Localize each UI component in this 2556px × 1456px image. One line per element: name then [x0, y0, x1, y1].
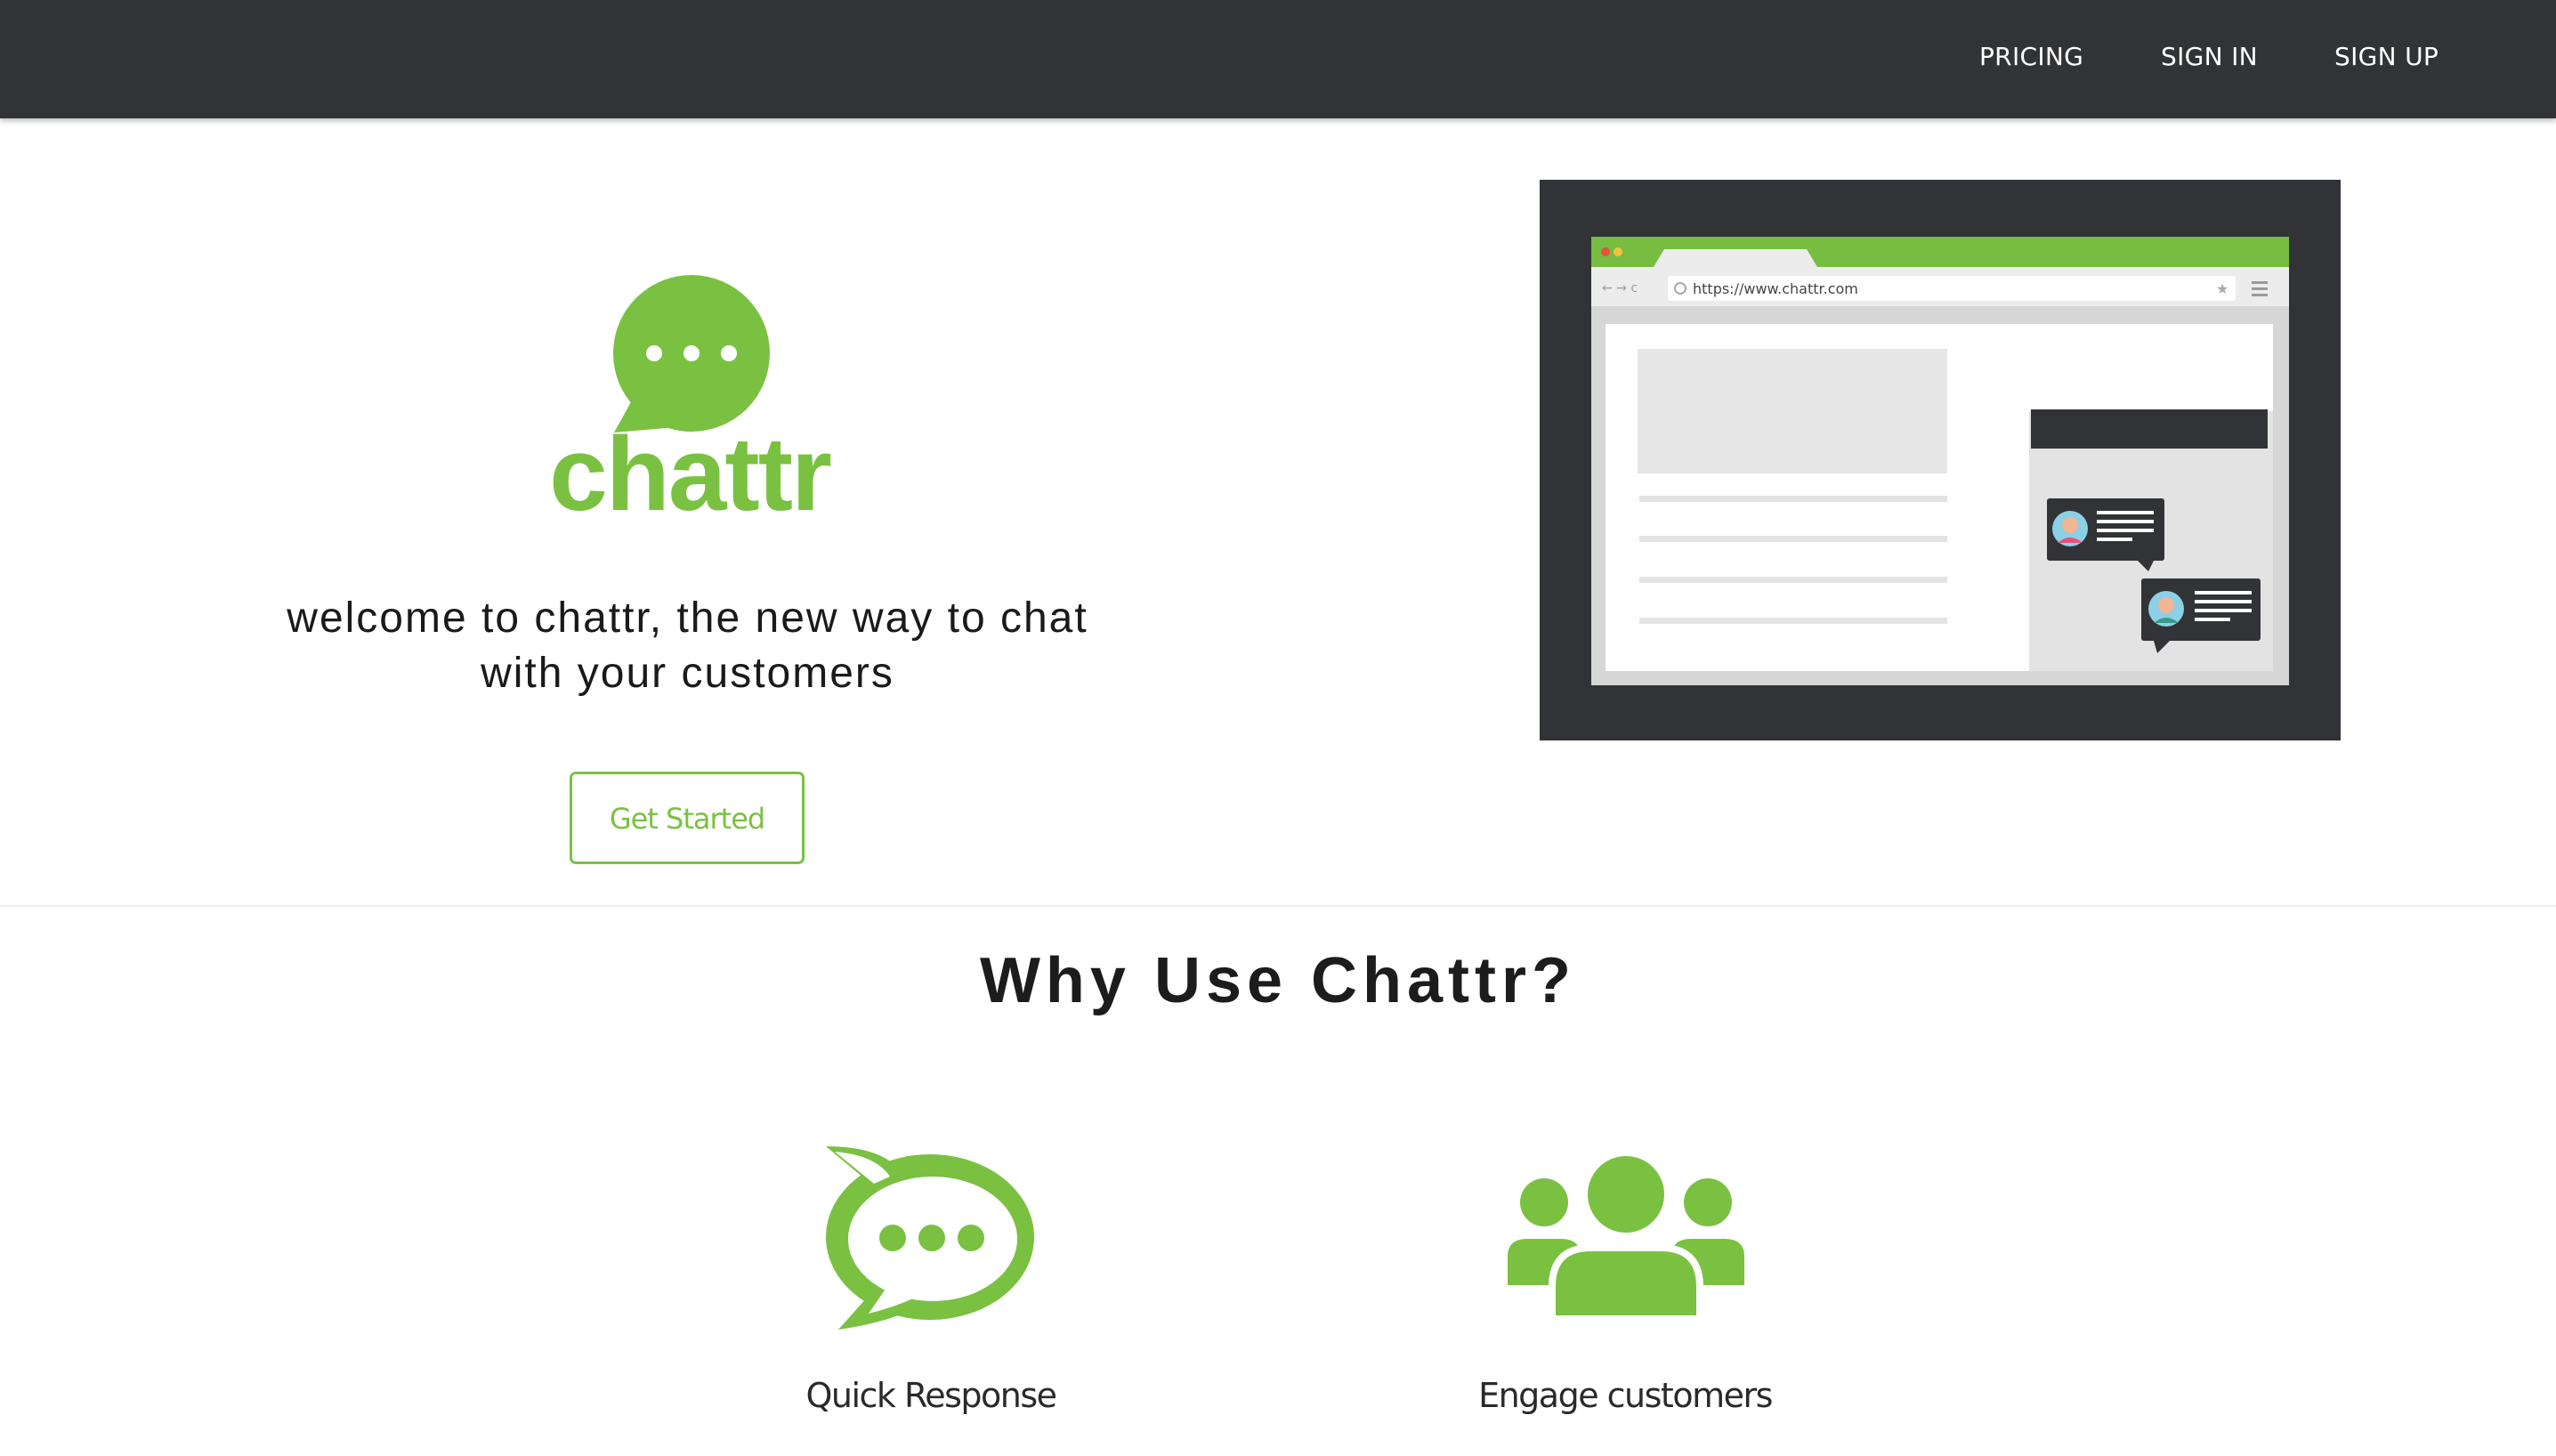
hero-tagline: welcome to chattr, the new way to chat w…: [214, 591, 1161, 701]
chattr-wordmark: chattr: [549, 416, 832, 533]
svg-text:← → c: ← → c: [1602, 281, 1638, 295]
feature-quick-response-label: Quick Response: [805, 1376, 1057, 1415]
hero-tagline-line1: welcome to chattr, the new way to chat: [287, 595, 1088, 642]
section-divider: [0, 905, 2556, 907]
chat-bubble-icon: [826, 1146, 1034, 1330]
nav-sign-up-link[interactable]: SIGN UP: [2334, 37, 2439, 77]
browser-mockup-illustration: ← → c https://www.chattr.com ★: [1540, 180, 2341, 740]
hero-tagline-line2: with your customers: [481, 650, 894, 697]
nav-sign-in-link[interactable]: SIGN IN: [2161, 37, 2258, 77]
why-section-title: Why Use Chattr?: [979, 945, 1577, 1016]
nav-pricing-link[interactable]: PRICING: [1979, 37, 2083, 77]
users-group-icon: [1508, 1152, 1744, 1323]
get-started-button[interactable]: Get Started: [570, 772, 805, 864]
svg-text:★: ★: [2216, 280, 2228, 297]
top-navbar: PRICING SIGN IN SIGN UP: [0, 0, 2556, 118]
feature-engage-customers-label: Engage customers: [1478, 1376, 1773, 1415]
mockup-url-text: https://www.chattr.com: [1693, 280, 1858, 297]
